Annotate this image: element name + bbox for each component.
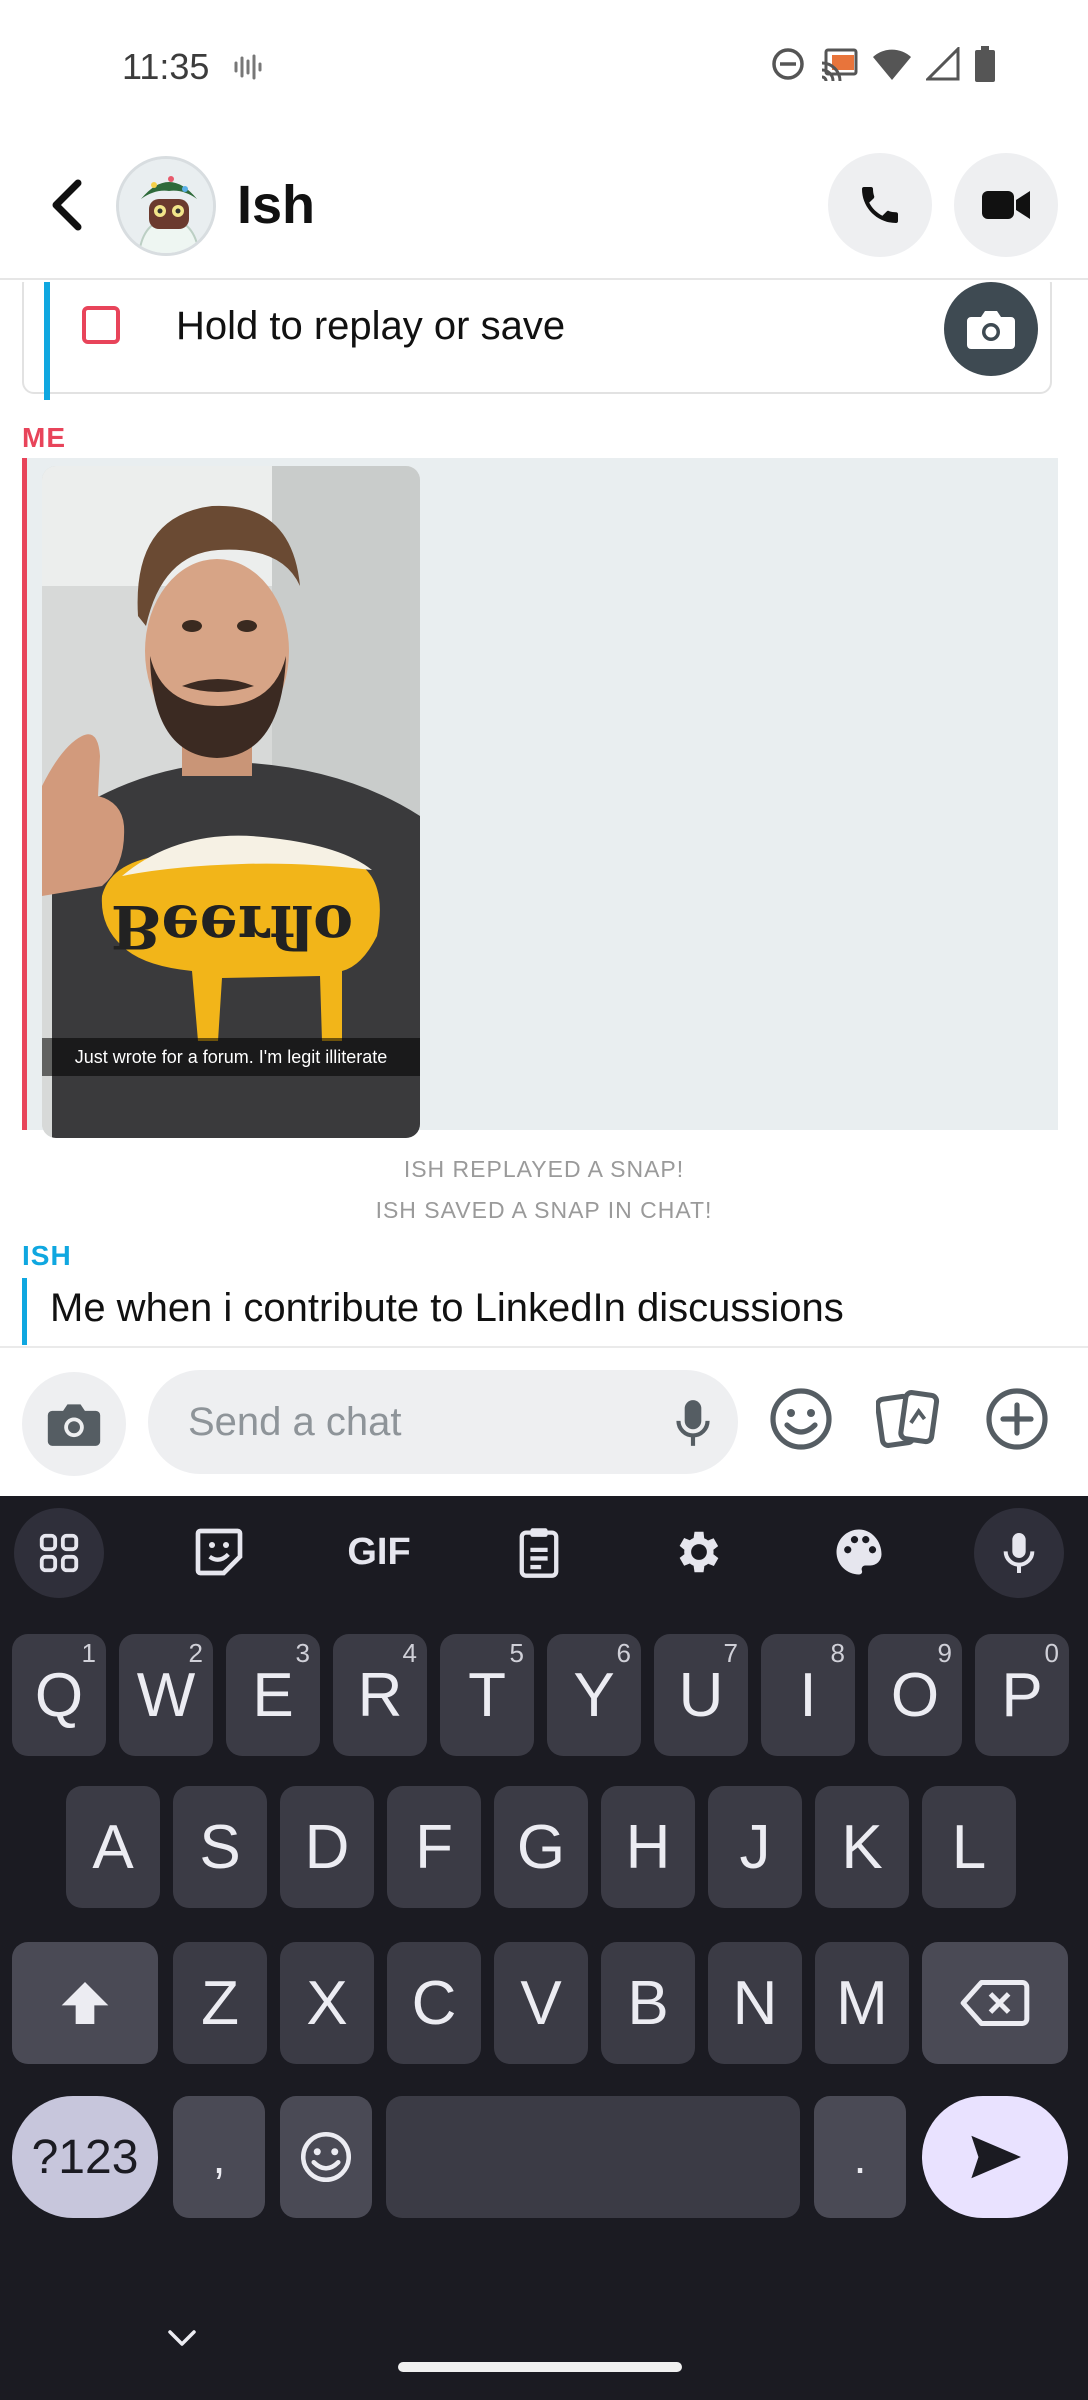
ish-message-bar — [44, 282, 50, 400]
snap-photo[interactable]: Beerflo Just wrote for a forum. I'm legi… — [42, 466, 420, 1138]
key-w[interactable]: W2 — [119, 1634, 213, 1756]
plus-icon[interactable] — [982, 1384, 1052, 1454]
backspace-key[interactable] — [922, 1942, 1068, 2064]
snap-message-card[interactable]: Hold to replay or save — [22, 282, 1052, 400]
microphone-icon[interactable] — [668, 1396, 718, 1455]
keyboard-collapse-button[interactable] — [160, 2318, 204, 2358]
keyboard: GIF Q1 W2 E3 R4 T5 Y6 U7 I8 O9 P0 A S D … — [0, 1496, 1088, 2400]
status-icons — [770, 45, 996, 87]
send-key[interactable] — [922, 2096, 1068, 2218]
send-icon — [971, 2135, 1021, 2179]
key-g[interactable]: G — [494, 1786, 588, 1908]
key-t[interactable]: T5 — [440, 1634, 534, 1756]
key-z[interactable]: Z — [173, 1942, 267, 2064]
space-key[interactable] — [386, 2096, 800, 2218]
chevron-down-icon — [168, 2330, 196, 2346]
phone-icon — [862, 187, 898, 223]
key-b[interactable]: B — [601, 1942, 695, 2064]
me-message-bar — [22, 458, 27, 1130]
key-l[interactable]: L — [922, 1786, 1016, 1908]
apps-grid-icon[interactable] — [14, 1508, 104, 1598]
camera-icon — [47, 1404, 101, 1446]
key-f[interactable]: F — [387, 1786, 481, 1908]
cards-icon[interactable] — [874, 1384, 944, 1454]
sender-label-me: ME — [22, 422, 66, 453]
camera-icon — [967, 311, 1015, 349]
sticker-icon[interactable] — [164, 1514, 274, 1590]
status-bar: 11:35 — [0, 0, 1088, 130]
key-n[interactable]: N — [708, 1942, 802, 2064]
period-key[interactable]: . — [814, 2096, 906, 2218]
key-y[interactable]: Y6 — [547, 1634, 641, 1756]
status-time: 11:35 — [122, 46, 210, 87]
key-q[interactable]: Q1 — [12, 1634, 106, 1756]
voicemail-wave-icon — [232, 52, 262, 87]
comma-key[interactable]: , — [173, 2096, 265, 2218]
chat-header: Ish — [0, 130, 1088, 280]
avatar[interactable] — [116, 156, 216, 256]
key-j[interactable]: J — [708, 1786, 802, 1908]
gif-icon[interactable]: GIF — [324, 1514, 434, 1590]
shirt-text: Beerflo — [111, 891, 353, 961]
chat-input-placeholder: Send a chat — [188, 1400, 402, 1444]
shift-icon — [61, 1982, 109, 2024]
clipboard-icon[interactable] — [484, 1514, 594, 1590]
snap-square-icon — [82, 306, 120, 344]
chat-input[interactable]: Send a chat — [148, 1370, 738, 1474]
snap-caption: Just wrote for a forum. I'm legit illite… — [42, 1038, 420, 1076]
key-u[interactable]: U7 — [654, 1634, 748, 1756]
home-indicator[interactable] — [398, 2362, 682, 2372]
keyboard-toolbar: GIF — [0, 1496, 1088, 1616]
key-a[interactable]: A — [66, 1786, 160, 1908]
symbols-key[interactable]: ?123 — [12, 2096, 158, 2218]
voice-input-icon[interactable] — [974, 1508, 1064, 1598]
contact-name[interactable]: Ish — [237, 174, 315, 236]
key-i[interactable]: I8 — [761, 1634, 855, 1756]
ish-message-bar — [22, 1278, 27, 1345]
do-not-disturb-icon — [770, 46, 806, 87]
key-c[interactable]: C — [387, 1942, 481, 2064]
key-r[interactable]: R4 — [333, 1634, 427, 1756]
key-x[interactable]: X — [280, 1942, 374, 2064]
key-m[interactable]: M — [815, 1942, 909, 2064]
gif-label: GIF — [347, 1530, 411, 1573]
call-button[interactable] — [828, 153, 932, 257]
text-message-ish[interactable]: Me when i contribute to LinkedIn discuss… — [50, 1286, 844, 1331]
chat-composer: Send a chat — [0, 1346, 1088, 1496]
snap-message-me: Beerflo Just wrote for a forum. I'm legi… — [22, 458, 1058, 1138]
key-d[interactable]: D — [280, 1786, 374, 1908]
backspace-icon — [960, 1980, 1030, 2026]
back-button[interactable] — [36, 170, 96, 240]
battery-icon — [974, 46, 996, 87]
key-h[interactable]: H — [601, 1786, 695, 1908]
video-call-button[interactable] — [954, 153, 1058, 257]
key-o[interactable]: O9 — [868, 1634, 962, 1756]
composer-camera-button[interactable] — [22, 1372, 126, 1476]
key-p[interactable]: P0 — [975, 1634, 1069, 1756]
key-v[interactable]: V — [494, 1942, 588, 2064]
snap-prompt: Hold to replay or save — [176, 304, 566, 348]
sender-label-ish: ISH — [22, 1240, 72, 1271]
chat-messages[interactable]: Hold to replay or save ME Beerflo Just w… — [0, 282, 1088, 1345]
snap-camera-button[interactable] — [944, 282, 1038, 376]
shift-key[interactable] — [12, 1942, 158, 2064]
key-e[interactable]: E3 — [226, 1634, 320, 1756]
palette-icon[interactable] — [804, 1514, 914, 1590]
cast-icon — [820, 47, 858, 86]
emoji-icon[interactable] — [766, 1384, 836, 1454]
settings-icon[interactable] — [644, 1514, 754, 1590]
wifi-icon — [872, 47, 912, 86]
key-k[interactable]: K — [815, 1786, 909, 1908]
emoji-icon — [300, 2131, 352, 2183]
signal-icon — [924, 45, 960, 86]
chevron-left-icon — [52, 179, 82, 231]
key-s[interactable]: S — [173, 1786, 267, 1908]
emoji-key[interactable] — [280, 2096, 372, 2218]
system-message-replayed: ISH REPLAYED A SNAP! — [403, 1156, 685, 1182]
video-camera-icon — [982, 191, 1030, 219]
system-message-saved: ISH SAVED A SNAP IN CHAT! — [375, 1197, 713, 1223]
